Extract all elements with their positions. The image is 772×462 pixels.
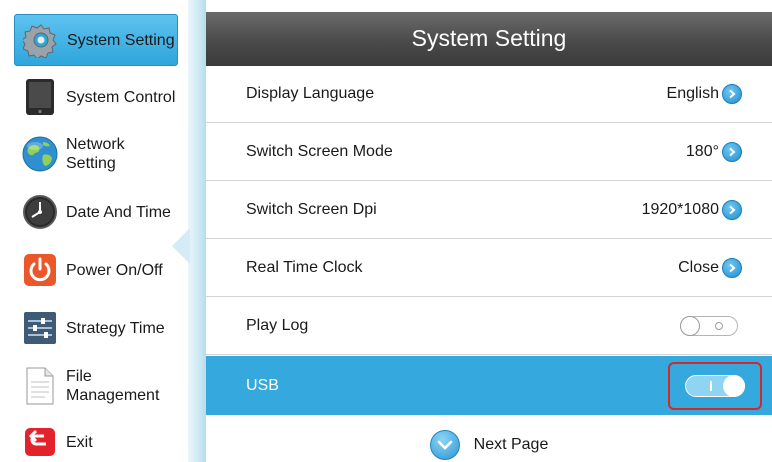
setting-label: Real Time Clock [246, 259, 363, 276]
sidebar-item-system-setting[interactable]: System Setting [14, 14, 178, 66]
sidebar: System Setting System Control Network Se… [0, 0, 188, 462]
setting-row-switch-screen-mode[interactable]: Switch Screen Mode 180° [206, 124, 772, 181]
sidebar-item-label: Date And Time [66, 203, 171, 221]
setting-value[interactable]: 180° [686, 142, 742, 162]
page-title: System Setting [206, 12, 772, 66]
gear-icon [21, 20, 61, 60]
sidebar-item-strategy-time[interactable]: Strategy Time [14, 302, 178, 354]
chevron-right-icon[interactable] [722, 200, 742, 220]
exit-icon [20, 422, 60, 462]
clock-icon [20, 192, 60, 232]
toggle-off-mark [715, 322, 723, 330]
sidebar-item-label: Exit [66, 433, 93, 451]
setting-value[interactable]: 1920*1080 [642, 200, 742, 220]
power-icon [20, 250, 60, 290]
sidebar-item-label: Strategy Time [66, 319, 165, 337]
next-page-label: Next Page [473, 436, 549, 453]
setting-row-real-time-clock[interactable]: Real Time Clock Close [206, 240, 772, 297]
sidebar-item-network-setting[interactable]: Network Setting [14, 128, 178, 180]
sidebar-item-file-management[interactable]: File Management [14, 360, 178, 412]
setting-label: Switch Screen Mode [246, 143, 393, 160]
sidebar-divider [188, 0, 206, 462]
sidebar-item-power-on-off[interactable]: Power On/Off [14, 244, 178, 296]
toggle-knob [723, 374, 745, 397]
sidebar-item-label: System Control [66, 88, 176, 106]
sidebar-item-date-and-time[interactable]: Date And Time [14, 186, 178, 238]
chevron-right-icon[interactable] [722, 84, 742, 104]
setting-label: Play Log [246, 317, 309, 334]
next-page[interactable]: Next Page [206, 427, 772, 462]
globe-icon [20, 134, 60, 174]
chevron-right-icon[interactable] [722, 258, 742, 278]
setting-row-display-language[interactable]: Display Language English [206, 66, 772, 123]
setting-row-usb[interactable]: USB [206, 356, 772, 415]
sidebar-item-exit[interactable]: Exit [14, 416, 178, 462]
usb-toggle[interactable] [685, 374, 745, 397]
setting-label: USB [246, 376, 279, 394]
play-log-toggle[interactable] [680, 316, 738, 336]
toggle-on-mark [710, 380, 712, 391]
tablet-icon [20, 77, 60, 117]
sidebar-item-label: System Setting [67, 31, 175, 49]
sidebar-item-label: Power On/Off [66, 261, 163, 279]
setting-value[interactable]: English [667, 84, 742, 104]
setting-row-play-log[interactable]: Play Log [206, 298, 772, 355]
system-setting-screen: System Setting System Control Network Se… [0, 0, 772, 462]
document-icon [20, 366, 60, 406]
sidebar-item-label: File Management [66, 368, 160, 404]
chevron-down-icon[interactable] [429, 430, 460, 460]
toggle-knob [680, 316, 700, 336]
setting-row-switch-screen-dpi[interactable]: Switch Screen Dpi 1920*1080 [206, 182, 772, 239]
highlight-box [668, 361, 762, 410]
sidebar-item-system-control[interactable]: System Control [14, 71, 178, 123]
setting-label: Display Language [246, 85, 375, 102]
sliders-icon [20, 308, 60, 348]
chevron-right-icon[interactable] [722, 142, 742, 162]
selection-pointer [172, 228, 190, 264]
settings-panel: System Setting Display Language English … [206, 12, 772, 462]
sidebar-item-label: Network Setting [66, 136, 125, 172]
setting-value[interactable]: Close [678, 258, 742, 278]
setting-label: Switch Screen Dpi [246, 201, 377, 218]
